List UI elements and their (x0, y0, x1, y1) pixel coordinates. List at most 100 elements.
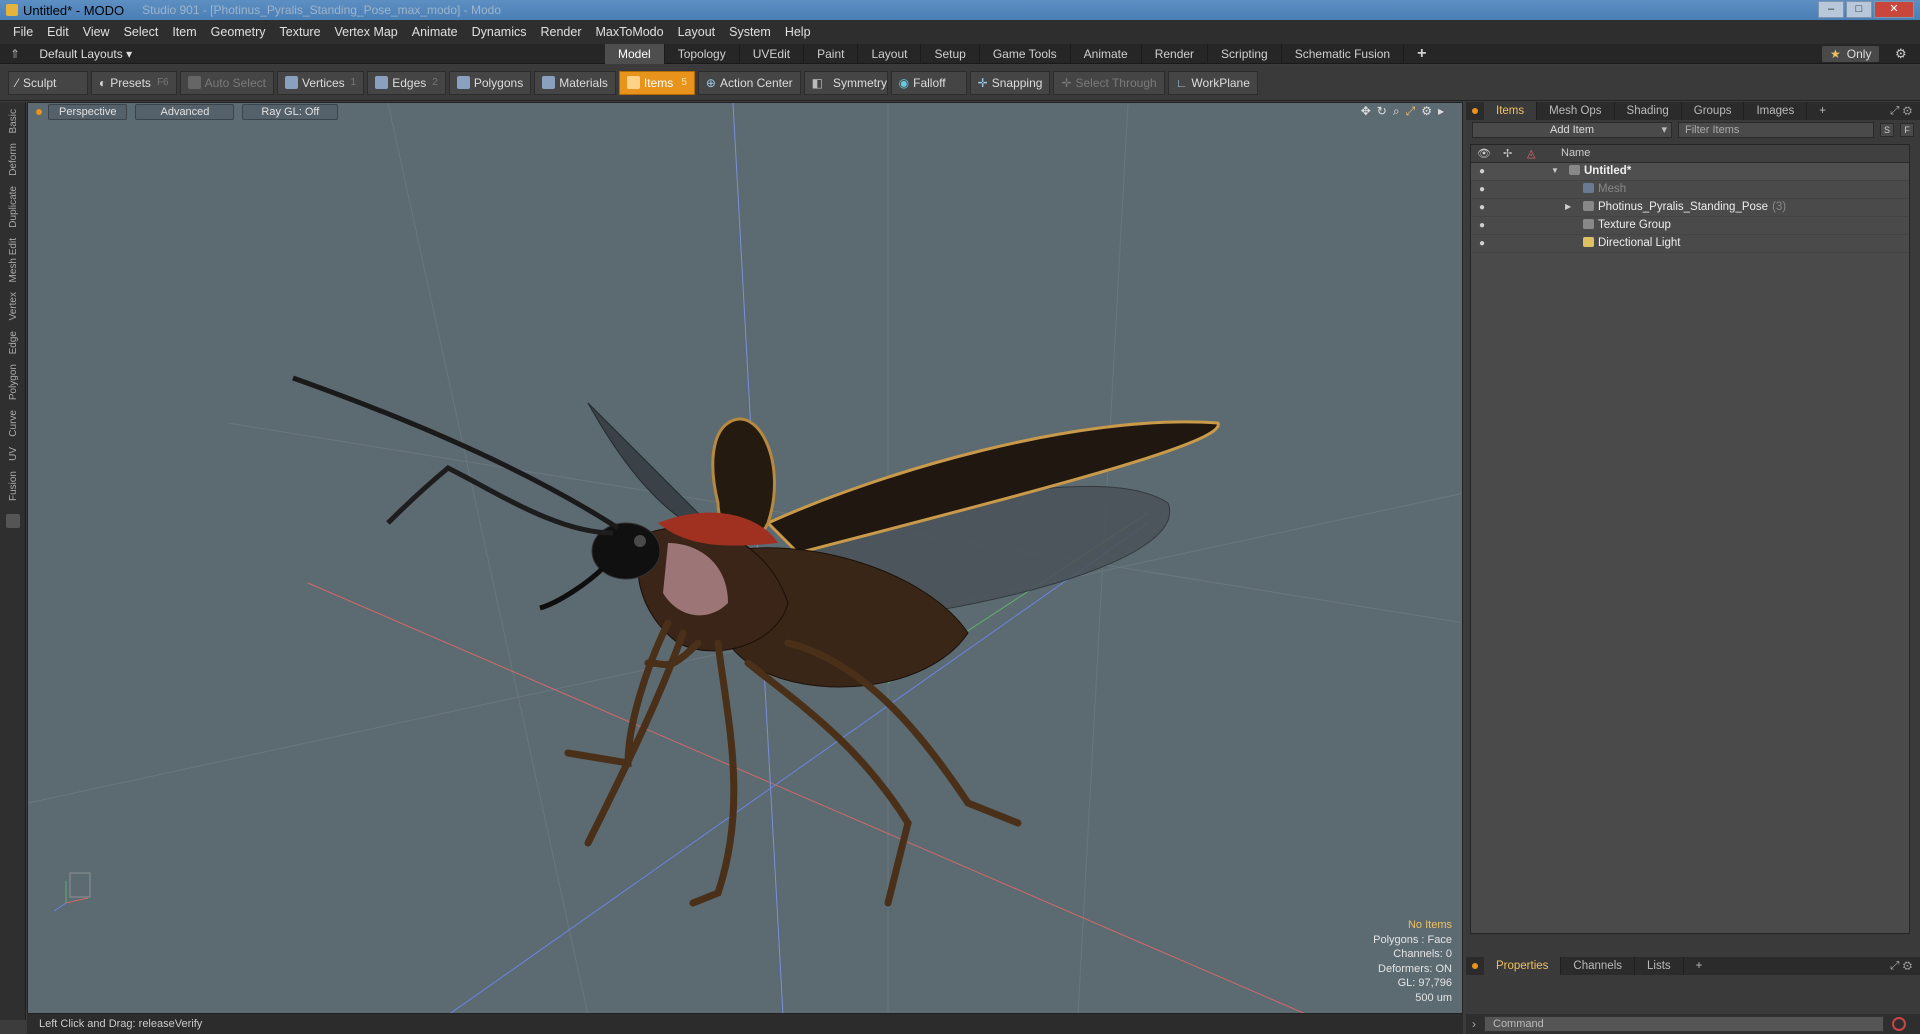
tab-setup[interactable]: Setup (921, 44, 980, 64)
item-row-mesh[interactable]: ● Mesh (1471, 181, 1909, 199)
collapse-arrow-icon[interactable]: ▼ (1551, 166, 1559, 175)
minimize-button[interactable]: – (1818, 1, 1844, 18)
menu-edit[interactable]: Edit (40, 25, 76, 39)
auto-select-button[interactable]: Auto Select (179, 70, 274, 95)
panel-expand-icon[interactable]: ⤢ ⚙ (1878, 102, 1920, 120)
menu-file[interactable]: File (6, 25, 40, 39)
tab-groups[interactable]: Groups (1682, 102, 1745, 120)
tab-mesh-ops[interactable]: Mesh Ops (1537, 102, 1615, 120)
panel-dot-icon[interactable] (1472, 108, 1478, 114)
filter-s-button[interactable]: S (1880, 123, 1894, 137)
tab-render[interactable]: Render (1142, 44, 1209, 64)
layout-up-icon[interactable]: ⇑ (10, 47, 20, 61)
tab-shading[interactable]: Shading (1615, 102, 1682, 120)
side-tab-mesh-edit[interactable]: Mesh Edit (8, 235, 19, 285)
tab-layout[interactable]: Layout (858, 44, 922, 64)
maximize-button[interactable]: □ (1846, 1, 1872, 18)
maximize-viewport-icon[interactable]: ⤢ (1406, 104, 1416, 119)
menu-vertex-map[interactable]: Vertex Map (328, 25, 405, 39)
side-tab-uv[interactable]: UV (8, 444, 19, 464)
viewport-menu-dot-icon[interactable] (36, 109, 42, 115)
tab-properties[interactable]: Properties (1484, 957, 1562, 975)
tab-model[interactable]: Model (605, 44, 665, 64)
snapping-button[interactable]: ✛ Snapping (969, 70, 1051, 95)
add-tab-button[interactable]: + (1404, 44, 1439, 64)
add-item-dropdown[interactable]: Add Item ▾ (1472, 122, 1672, 138)
tab-lists[interactable]: Lists (1635, 957, 1684, 975)
item-row-texture-group[interactable]: ● Texture Group (1471, 217, 1909, 235)
only-toggle[interactable]: ★ Only (1822, 46, 1880, 62)
menu-render[interactable]: Render (534, 25, 589, 39)
menu-geometry[interactable]: Geometry (204, 25, 273, 39)
props-dot-icon[interactable] (1472, 963, 1478, 969)
falloff-button[interactable]: ◉ Falloff (890, 70, 967, 95)
pan-icon[interactable]: ✥ (1361, 104, 1371, 119)
close-button[interactable]: ✕ (1874, 1, 1914, 18)
tab-items[interactable]: Items (1484, 102, 1538, 120)
menu-item[interactable]: Item (165, 25, 203, 39)
menu-select[interactable]: Select (117, 25, 166, 39)
3d-viewport[interactable]: Perspective Advanced Ray GL: Off ✥ ↻ ⌕ ⤢… (27, 102, 1463, 1014)
add-panel-tab-button[interactable]: + (1807, 102, 1838, 120)
view-mode-button[interactable]: Perspective (48, 104, 128, 120)
raygl-button[interactable]: Ray GL: Off (242, 104, 339, 120)
stop-icon[interactable] (1892, 1017, 1906, 1031)
menu-texture[interactable]: Texture (273, 25, 328, 39)
visibility-eye-icon[interactable]: ● (1479, 184, 1485, 195)
tab-game-tools[interactable]: Game Tools (980, 44, 1071, 64)
side-tab-edge[interactable]: Edge (8, 328, 19, 357)
visibility-eye-icon[interactable]: ● (1479, 202, 1485, 213)
side-tab-vertex[interactable]: Vertex (8, 289, 19, 323)
props-expand-icon[interactable]: ⤢ ⚙ (1878, 957, 1920, 975)
symmetry-button[interactable]: ◧ Symmetry (803, 70, 888, 95)
item-row-directional-light[interactable]: ● Directional Light (1471, 235, 1909, 253)
menu-system[interactable]: System (722, 25, 778, 39)
menu-view[interactable]: View (76, 25, 117, 39)
tab-channels[interactable]: Channels (1561, 957, 1636, 975)
items-button[interactable]: Items 5 (618, 70, 695, 95)
tab-images[interactable]: Images (1744, 102, 1808, 120)
workplane-button[interactable]: ∟ WorkPlane (1167, 70, 1258, 95)
visibility-eye-icon[interactable]: ● (1479, 220, 1485, 231)
vertices-button[interactable]: Vertices 1 (276, 70, 365, 95)
side-tab-polygon[interactable]: Polygon (8, 361, 19, 403)
layout-selector[interactable]: Default Layouts ▾ (39, 47, 132, 61)
tab-schematic-fusion[interactable]: Schematic Fusion (1282, 44, 1405, 64)
materials-button[interactable]: Materials (534, 70, 616, 95)
viewport-gear-icon[interactable]: ⚙ (1421, 104, 1432, 119)
menu-dynamics[interactable]: Dynamics (465, 25, 534, 39)
side-tab-fusion[interactable]: Fusion (8, 468, 19, 504)
menu-maxtomodo[interactable]: MaxToModo (589, 25, 671, 39)
visibility-eye-icon[interactable]: ● (1479, 238, 1485, 249)
side-tab-basic[interactable]: Basic (8, 106, 19, 136)
gear-icon[interactable]: ⚙ (1895, 46, 1907, 62)
filter-items-input[interactable]: Filter Items (1678, 122, 1874, 138)
action-center-button[interactable]: ⊕ Action Center (697, 70, 801, 95)
command-input[interactable]: Command (1484, 1016, 1884, 1032)
menu-animate[interactable]: Animate (405, 25, 465, 39)
shading-mode-button[interactable]: Advanced (135, 104, 235, 120)
presets-button[interactable]: ◐ Presets F6 (91, 70, 177, 95)
tab-topology[interactable]: Topology (665, 44, 740, 64)
item-row-untitled[interactable]: ● ▼ Untitled* (1471, 163, 1909, 181)
side-tab-curve[interactable]: Curve (8, 407, 19, 440)
add-props-tab-button[interactable]: + (1684, 957, 1715, 975)
side-tab-duplicate[interactable]: Duplicate (8, 183, 19, 231)
tab-animate[interactable]: Animate (1071, 44, 1142, 64)
strip-toggle-button[interactable] (6, 513, 20, 528)
menu-help[interactable]: Help (778, 25, 818, 39)
rotate-icon[interactable]: ↻ (1377, 104, 1387, 119)
edges-button[interactable]: Edges 2 (367, 70, 446, 95)
viewport-arrow-icon[interactable]: ▸ (1438, 104, 1444, 119)
side-tab-deform[interactable]: Deform (8, 140, 19, 179)
polygons-button[interactable]: Polygons (448, 70, 532, 95)
expand-arrow-icon[interactable]: ▶ (1565, 202, 1571, 211)
select-through-button[interactable]: ✛ Select Through (1053, 70, 1165, 95)
filter-f-button[interactable]: F (1900, 123, 1914, 137)
zoom-icon[interactable]: ⌕ (1393, 104, 1400, 119)
tab-scripting[interactable]: Scripting (1208, 44, 1282, 64)
item-row-photinus[interactable]: ● ▶ Photinus_Pyralis_Standing_Pose (3) (1471, 199, 1909, 217)
menu-layout[interactable]: Layout (671, 25, 723, 39)
tab-uvedit[interactable]: UVEdit (740, 44, 805, 64)
tab-paint[interactable]: Paint (804, 44, 859, 64)
